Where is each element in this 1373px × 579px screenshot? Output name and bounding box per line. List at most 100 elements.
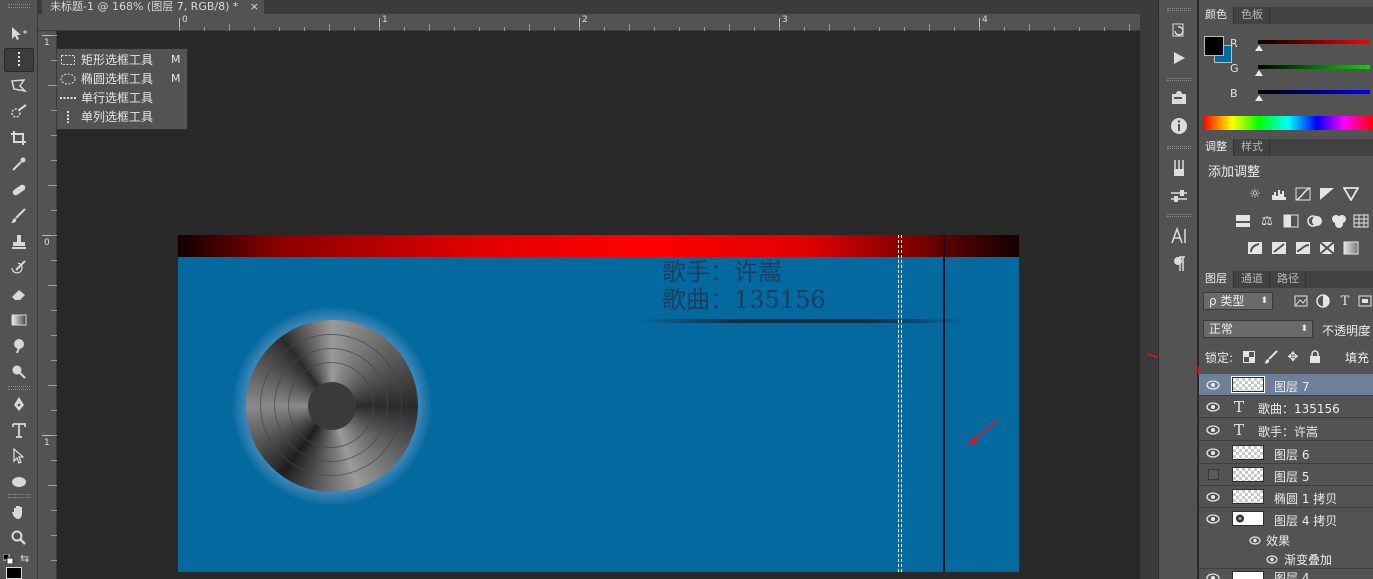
- layer-filter-select[interactable]: ρ 类型 ⬍: [1203, 292, 1273, 310]
- photo-filter-icon[interactable]: [1307, 213, 1323, 229]
- hand-tool-icon[interactable]: [4, 500, 34, 524]
- actions-play-icon[interactable]: [1169, 48, 1189, 68]
- path-selection-tool-icon[interactable]: [4, 444, 34, 468]
- eye-icon[interactable]: [1205, 378, 1221, 392]
- green-slider[interactable]: [1258, 65, 1370, 69]
- tab-adjustments[interactable]: 调整: [1199, 139, 1234, 156]
- gradient-map-icon[interactable]: [1343, 240, 1359, 256]
- flyout-item-single-column-marquee[interactable]: 单列选框工具: [39, 107, 187, 126]
- selection-marquee[interactable]: [898, 235, 902, 572]
- eye-icon[interactable]: [1205, 400, 1221, 414]
- blue-slider-knob[interactable]: [1255, 95, 1263, 101]
- layer-row-layer-4-copy[interactable]: 图层 4 拷贝: [1199, 508, 1373, 530]
- layer-name[interactable]: 椭圆 1 拷贝: [1274, 490, 1337, 507]
- pen-tool-icon[interactable]: [4, 392, 34, 416]
- eye-icon[interactable]: [1205, 423, 1221, 437]
- red-slider[interactable]: [1258, 40, 1370, 44]
- brush-settings-icon[interactable]: [1169, 186, 1189, 206]
- invert-icon[interactable]: [1247, 240, 1263, 256]
- tab-channels[interactable]: 通道: [1235, 271, 1270, 288]
- flyout-item-ellipse-marquee[interactable]: 椭圆选框工具 M: [39, 69, 187, 88]
- clone-stamp-tool-icon[interactable]: [4, 230, 34, 254]
- paragraph-icon[interactable]: [1169, 254, 1189, 274]
- close-icon[interactable]: ×: [250, 0, 259, 13]
- lasso-tool-icon[interactable]: [4, 74, 34, 98]
- color-spectrum-bar[interactable]: [1203, 116, 1373, 130]
- visibility-toggle-off[interactable]: [1208, 469, 1219, 480]
- blend-mode-select[interactable]: 正常 ⬍: [1203, 320, 1313, 338]
- red-slider-knob[interactable]: [1255, 45, 1263, 51]
- threshold-icon[interactable]: [1295, 240, 1311, 256]
- filter-type-icon[interactable]: T: [1337, 293, 1353, 309]
- flyout-item-single-row-marquee[interactable]: 单行选框工具: [39, 88, 187, 107]
- posterize-icon[interactable]: [1271, 240, 1287, 256]
- brush-tool-icon[interactable]: [4, 204, 34, 228]
- horizontal-ruler[interactable]: 0 1 2 3 4: [38, 14, 1140, 31]
- tab-paths[interactable]: 路径: [1271, 271, 1306, 288]
- hue-saturation-icon[interactable]: [1235, 213, 1251, 229]
- type-tool-icon[interactable]: [4, 418, 34, 442]
- effects-row[interactable]: 效果: [1199, 530, 1373, 549]
- layer-name[interactable]: 图层 5: [1274, 468, 1309, 485]
- tab-layers[interactable]: 图层: [1199, 271, 1234, 288]
- filter-shape-icon[interactable]: [1357, 293, 1373, 309]
- filter-adjustment-icon[interactable]: [1315, 293, 1331, 309]
- filter-pixel-icon[interactable]: [1293, 293, 1309, 309]
- layer-name[interactable]: 图层 7: [1274, 378, 1309, 395]
- blue-slider[interactable]: [1258, 90, 1370, 94]
- flyout-item-rect-marquee[interactable]: 矩形选框工具 M: [39, 50, 187, 69]
- document-canvas[interactable]: 歌手：许嵩 歌曲：135156: [178, 235, 1019, 572]
- exposure-icon[interactable]: [1319, 186, 1335, 202]
- layer-name[interactable]: 图层 6: [1274, 446, 1309, 463]
- layer-name[interactable]: 图层 4 拷贝: [1274, 512, 1337, 529]
- color-lookup-icon[interactable]: [1353, 213, 1369, 229]
- vertical-ruler[interactable]: 1 0 1: [38, 31, 57, 579]
- eye-icon[interactable]: [1266, 553, 1278, 567]
- layer-row-ellipse-1-copy[interactable]: 椭圆 1 拷贝: [1199, 486, 1373, 508]
- curves-icon[interactable]: [1295, 186, 1311, 202]
- history-brush-tool-icon[interactable]: [4, 256, 34, 280]
- tab-swatches[interactable]: 色板: [1235, 7, 1270, 24]
- lock-position-move-icon[interactable]: ✥: [1285, 349, 1301, 365]
- foreground-color-swatch[interactable]: [6, 567, 22, 579]
- history-icon[interactable]: [1169, 20, 1189, 40]
- layer-name[interactable]: 歌手：许嵩: [1258, 423, 1318, 440]
- tab-color[interactable]: 颜色: [1199, 7, 1234, 24]
- eye-icon[interactable]: [1205, 490, 1221, 504]
- marquee-tool-icon[interactable]: [4, 48, 34, 72]
- layer-row-singer-text[interactable]: T 歌手：许嵩: [1199, 419, 1373, 441]
- levels-icon[interactable]: [1271, 186, 1287, 202]
- healing-brush-tool-icon[interactable]: [4, 178, 34, 202]
- gradient-overlay-row[interactable]: 渐变叠加: [1199, 549, 1373, 568]
- blur-tool-icon[interactable]: [4, 334, 34, 358]
- canvas-scrollbar[interactable]: [1140, 14, 1158, 579]
- eye-icon[interactable]: [1249, 534, 1261, 548]
- properties-icon[interactable]: [1169, 88, 1189, 108]
- ellipse-tool-icon[interactable]: [4, 470, 34, 494]
- default-colors-icon[interactable]: [2, 553, 15, 565]
- toolbar-grip[interactable]: [8, 4, 30, 8]
- crop-tool-icon[interactable]: [4, 126, 34, 150]
- layer-row-layer-6[interactable]: 图层 6: [1199, 442, 1373, 464]
- dodge-tool-icon[interactable]: [4, 360, 34, 384]
- layer-row-layer-7[interactable]: 图层 7: [1199, 374, 1373, 396]
- color-balance-icon[interactable]: ⚖: [1259, 213, 1275, 229]
- zoom-tool-icon[interactable]: [4, 526, 34, 550]
- lock-image-brush-icon[interactable]: [1263, 349, 1279, 365]
- eye-icon[interactable]: [1205, 571, 1221, 579]
- move-tool-icon[interactable]: [4, 22, 34, 46]
- lock-all-icon[interactable]: [1307, 349, 1323, 365]
- info-icon[interactable]: [1169, 116, 1189, 136]
- strip-grip[interactable]: [1167, 8, 1191, 11]
- layer-name[interactable]: 歌曲：135156: [1258, 400, 1340, 417]
- layer-row-song-text[interactable]: T 歌曲：135156: [1199, 396, 1373, 418]
- quick-selection-tool-icon[interactable]: [4, 100, 34, 124]
- lock-transparent-icon[interactable]: [1241, 349, 1257, 365]
- vibrance-icon[interactable]: [1343, 186, 1359, 202]
- eraser-tool-icon[interactable]: [4, 282, 34, 306]
- swap-colors-icon[interactable]: ⇆: [20, 552, 34, 565]
- foreground-color-box-top[interactable]: [1204, 36, 1224, 56]
- eyedropper-tool-icon[interactable]: [4, 152, 34, 176]
- black-white-icon[interactable]: [1283, 213, 1299, 229]
- layer-row-layer-4[interactable]: 图层 4: [1199, 568, 1373, 579]
